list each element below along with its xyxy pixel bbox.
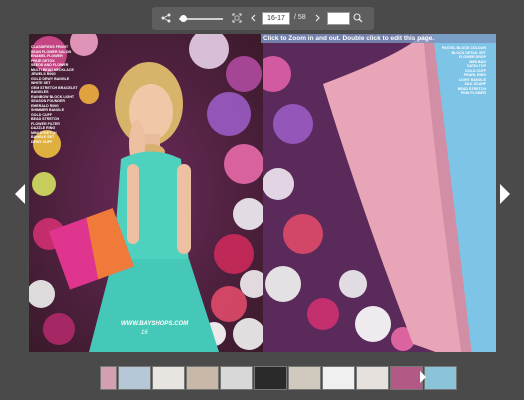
thumb-page-7[interactable] <box>288 366 321 390</box>
top-toolbar: 16-17 / 58 <box>152 7 374 30</box>
flipbook-viewer: 16-17 / 58 CLASSIFIEDS FRONT SEAN FLOWER… <box>0 0 524 400</box>
site-url: WWW.BAYSHOPS.COM <box>121 321 189 327</box>
prev-page-arrow-icon[interactable] <box>15 184 25 204</box>
credit-line: DEWY CUFF <box>31 139 53 144</box>
zoom-slider-handle[interactable] <box>180 15 188 22</box>
chevron-right-icon[interactable] <box>313 13 321 26</box>
thumb-page-8[interactable] <box>322 366 355 390</box>
share-icon[interactable] <box>161 13 171 26</box>
thumb-page-10[interactable] <box>390 366 423 390</box>
thumb-page-3[interactable] <box>152 366 185 390</box>
chevron-left-icon[interactable] <box>250 13 258 26</box>
next-page-arrow-icon[interactable] <box>500 184 510 204</box>
book-spread[interactable]: CLASSIFIEDS FRONT SEAN FLOWER SALON ENAM… <box>29 34 496 352</box>
page-number: 16 <box>141 330 148 336</box>
page-total: / 58 <box>294 14 306 21</box>
thumb-page-9[interactable] <box>356 366 389 390</box>
thumbnail-strip <box>100 366 457 390</box>
fullscreen-icon[interactable] <box>232 13 242 26</box>
thumb-page-4[interactable] <box>186 366 219 390</box>
thumbnails-next-icon[interactable] <box>420 371 426 383</box>
thumb-page-6[interactable] <box>254 366 287 390</box>
page-number-input[interactable]: 16-17 <box>262 12 290 25</box>
right-page[interactable]: PASTEL BLOCK COLOUR BLOCK DETAIL SET FLO… <box>263 34 496 352</box>
search-icon[interactable] <box>353 13 363 26</box>
hint-text: Click to Zoom in and out. Double click t… <box>263 35 435 42</box>
thumb-page-5[interactable] <box>220 366 253 390</box>
left-page[interactable]: CLASSIFIEDS FRONT SEAN FLOWER SALON ENAM… <box>29 34 263 352</box>
thumb-page-2[interactable] <box>118 366 151 390</box>
credit-line: PINK FLOWER <box>460 91 486 95</box>
thumb-page-1[interactable] <box>100 366 117 390</box>
search-input[interactable] <box>327 12 350 25</box>
left-page-credits: CLASSIFIEDS FRONT SEAN FLOWER SALON ENAM… <box>31 45 78 144</box>
right-page-credits: PASTEL BLOCK COLOUR BLOCK DETAIL SET FLO… <box>442 46 486 96</box>
credit-line: PASTEL BLOCK COLOUR <box>441 46 486 50</box>
thumb-page-11[interactable] <box>424 366 457 390</box>
